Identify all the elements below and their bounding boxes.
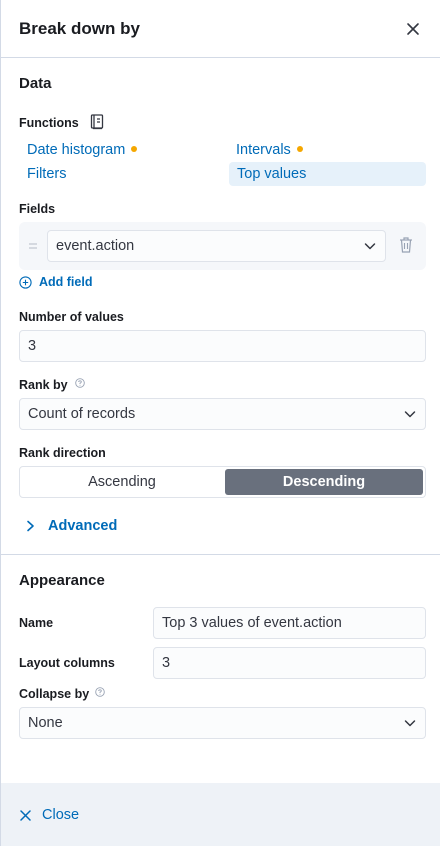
advanced-toggle[interactable]: Advanced	[26, 516, 117, 536]
number-of-values-input[interactable]: 3	[19, 330, 426, 362]
close-icon[interactable]	[403, 19, 423, 39]
rank-by-label: Rank by	[19, 378, 85, 392]
close-icon	[20, 809, 31, 821]
close-button[interactable]: Close	[20, 806, 79, 824]
functions-label-text: Functions	[19, 116, 79, 130]
advanced-label: Advanced	[48, 518, 118, 534]
function-top-values[interactable]: Top values	[229, 162, 426, 186]
rank-by-label-text: Rank by	[19, 378, 68, 392]
function-top-values-label: Top values	[237, 166, 307, 182]
close-button-label: Close	[42, 807, 80, 823]
drag-handle-icon[interactable]	[28, 242, 38, 250]
appearance-section-title: Appearance	[19, 572, 105, 589]
rank-direction-label: Rank direction	[19, 446, 106, 460]
warning-dot-icon	[296, 146, 303, 152]
chevron-down-icon	[404, 411, 416, 418]
layout-columns-value: 3	[162, 655, 171, 671]
rank-by-value: Count of records	[28, 406, 136, 422]
ascending-button[interactable]: Ascending	[22, 469, 222, 495]
field-row: event.action	[19, 222, 426, 270]
flyout-footer: Close	[1, 783, 440, 846]
function-intervals-label: Intervals	[236, 142, 291, 158]
number-of-values-label: Number of values	[19, 310, 124, 324]
documentation-icon[interactable]	[90, 114, 104, 130]
break-down-by-flyout: Break down by Data Functions Date histog…	[0, 0, 440, 846]
function-filters-label: Filters	[27, 166, 67, 182]
chevron-down-icon	[404, 720, 416, 727]
chevron-down-icon	[364, 243, 376, 250]
data-section-title: Data	[19, 75, 52, 92]
section-divider	[1, 554, 440, 555]
function-filters[interactable]: Filters	[19, 162, 66, 186]
function-date-histogram[interactable]: Date histogram	[19, 138, 138, 162]
field-select[interactable]: event.action	[47, 230, 386, 262]
number-of-values-value: 3	[28, 338, 37, 354]
collapse-by-label: Collapse by	[19, 687, 105, 701]
rank-by-select[interactable]: Count of records	[19, 398, 426, 430]
add-field-button[interactable]: Add field	[19, 273, 92, 291]
functions-label: Functions	[19, 114, 104, 130]
layout-columns-input[interactable]: 3	[153, 647, 426, 679]
name-value: Top 3 values of event.action	[162, 615, 342, 631]
flyout-header: Break down by	[1, 0, 440, 58]
help-icon[interactable]	[94, 687, 105, 697]
collapse-by-label-text: Collapse by	[19, 687, 90, 701]
function-intervals[interactable]: Intervals	[228, 138, 303, 162]
collapse-by-select[interactable]: None	[19, 707, 426, 739]
fields-label: Fields	[19, 202, 56, 216]
warning-dot-icon	[131, 146, 138, 152]
plus-in-circle-icon	[19, 275, 32, 289]
descending-button[interactable]: Descending	[225, 469, 423, 495]
add-field-label: Add field	[39, 275, 93, 289]
field-select-value: event.action	[56, 238, 135, 254]
collapse-by-value: None	[28, 715, 63, 731]
flyout-title: Break down by	[19, 19, 140, 38]
layout-columns-label: Layout columns	[19, 656, 115, 670]
name-label: Name	[19, 616, 54, 630]
chevron-right-icon	[27, 520, 34, 532]
name-input[interactable]: Top 3 values of event.action	[153, 607, 426, 639]
rank-direction-toggle: Ascending Descending	[19, 466, 426, 498]
trash-icon[interactable]	[398, 236, 414, 254]
help-icon[interactable]	[75, 378, 85, 388]
function-date-histogram-label: Date histogram	[27, 142, 126, 158]
